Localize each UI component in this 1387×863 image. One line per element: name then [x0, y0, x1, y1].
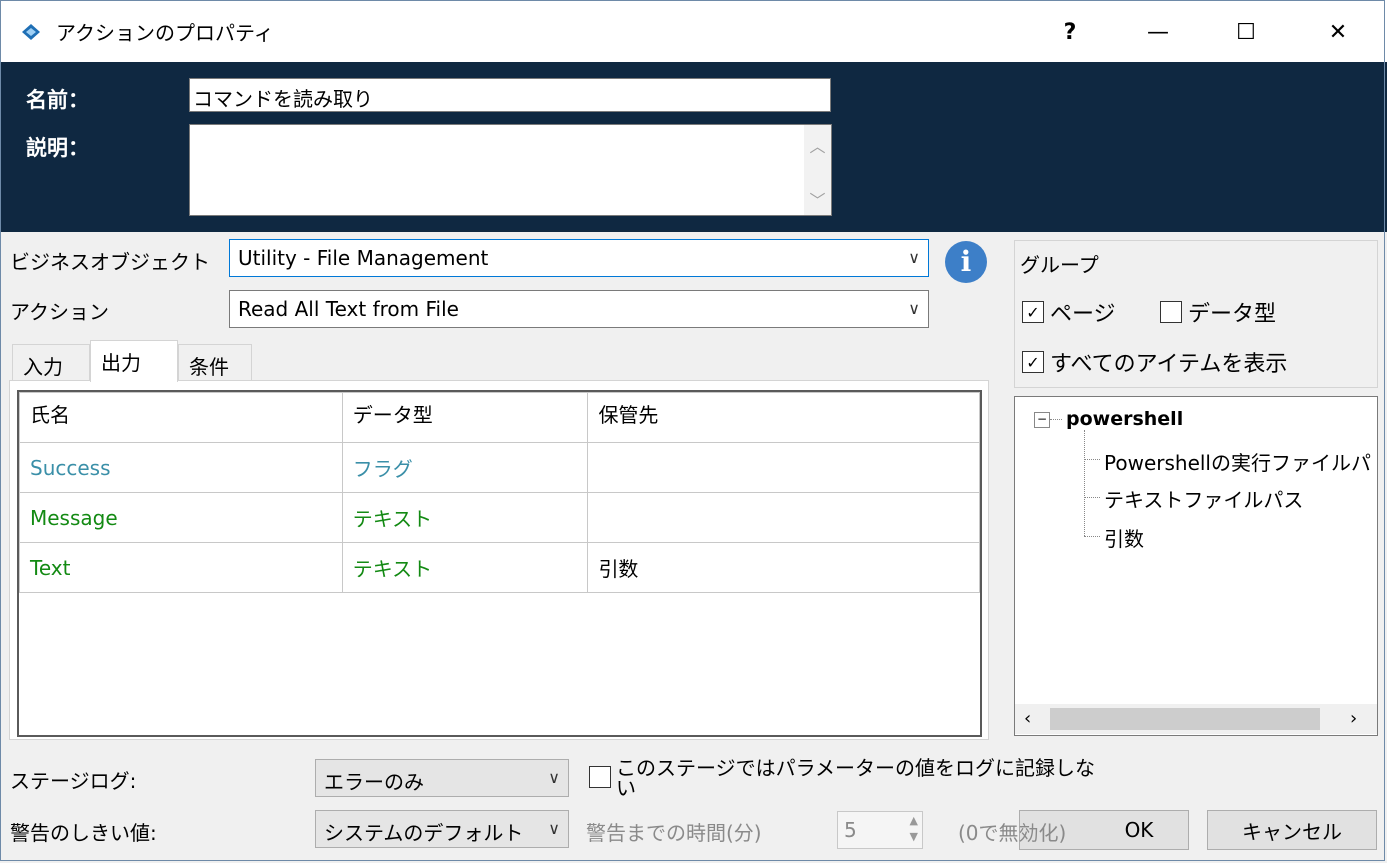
chevron-down-icon[interactable]: ∨: [908, 248, 920, 267]
cell-name[interactable]: Text: [19, 542, 343, 593]
cell-store[interactable]: [587, 442, 980, 493]
show-all-checkbox-row[interactable]: ✓ すべてのアイテムを表示: [1022, 346, 1287, 378]
stage-log-value: エラーのみ: [324, 770, 424, 794]
tab-output[interactable]: 出力: [90, 340, 178, 382]
datatype-checkbox-label[interactable]: データ型: [1188, 296, 1276, 328]
minimize-button[interactable]: —: [1128, 10, 1188, 54]
help-button[interactable]: ?: [1040, 10, 1100, 54]
scroll-up-icon[interactable]: ︿: [804, 133, 831, 157]
scrollbar-thumb[interactable]: [1050, 708, 1320, 730]
business-object-combo[interactable]: Utility - File Management ∨: [229, 239, 929, 277]
output-grid[interactable]: 氏名 データ型 保管先 Success フラグ Message テキスト Tex…: [17, 390, 982, 737]
scroll-left-icon[interactable]: ‹: [1024, 708, 1031, 729]
warning-time-spinner[interactable]: 5 ▲ ▼: [837, 811, 923, 849]
maximize-button[interactable]: ☐: [1216, 10, 1276, 54]
warning-time-value: 5: [844, 818, 857, 842]
group-title: グループ: [1020, 253, 1099, 277]
column-header-type[interactable]: データ型: [341, 392, 589, 443]
cell-store[interactable]: [587, 492, 980, 543]
tree-connector: [1084, 536, 1100, 537]
column-header-name[interactable]: 氏名: [19, 392, 343, 443]
window-title: アクションのプロパティ: [56, 21, 274, 45]
show-all-checkbox[interactable]: ✓: [1022, 351, 1044, 373]
description-input[interactable]: ︿ ﹀: [189, 124, 832, 216]
warning-threshold-value: システムのデフォルト: [324, 821, 524, 845]
description-scrollbar[interactable]: ︿ ﹀: [804, 125, 831, 215]
description-label: 説明：: [26, 136, 89, 160]
chevron-down-icon[interactable]: ∨: [908, 299, 920, 318]
tree-item[interactable]: テキストファイルパス: [1104, 484, 1303, 513]
cell-name[interactable]: Success: [19, 442, 343, 493]
cancel-button[interactable]: キャンセル: [1207, 810, 1377, 850]
page-checkbox-row[interactable]: ✓ ページ: [1022, 296, 1116, 328]
show-all-checkbox-label[interactable]: すべてのアイテムを表示: [1050, 346, 1287, 378]
collapse-icon[interactable]: −: [1034, 412, 1050, 428]
spin-up-icon[interactable]: ▲: [910, 814, 918, 827]
warning-threshold-dropdown[interactable]: システムのデフォルト ∨: [315, 810, 569, 848]
info-icon[interactable]: i: [945, 241, 987, 283]
tree-connector: [1084, 459, 1100, 460]
cell-store[interactable]: 引数: [587, 542, 980, 593]
tree-connector: [1050, 419, 1062, 420]
warning-time-label: 警告までの時間(分): [586, 821, 762, 845]
name-label: 名前：: [26, 88, 89, 112]
stage-log-dropdown[interactable]: エラーのみ ∨: [315, 759, 569, 797]
grid-header-row: 氏名 データ型 保管先: [19, 392, 980, 443]
cell-type[interactable]: テキスト: [341, 492, 589, 543]
no-log-label-line2: い: [616, 776, 636, 800]
app-icon: [20, 21, 42, 43]
tab-input[interactable]: 入力: [12, 344, 90, 380]
tree-item[interactable]: Powershellの実行ファイルパ: [1104, 447, 1374, 476]
page-checkbox[interactable]: ✓: [1022, 301, 1044, 323]
cell-type[interactable]: フラグ: [341, 442, 589, 493]
table-row[interactable]: Text テキスト 引数: [19, 542, 980, 593]
scroll-down-icon[interactable]: ﹀: [804, 187, 831, 211]
tab-condition[interactable]: 条件: [178, 344, 252, 380]
chevron-down-icon[interactable]: ∨: [548, 819, 560, 838]
cell-type[interactable]: テキスト: [341, 542, 589, 593]
name-input[interactable]: コマンドを読み取り: [189, 78, 831, 112]
datatype-checkbox[interactable]: [1160, 301, 1182, 323]
no-log-label-line1: このステージではパラメーターの値をログに記録しな: [616, 756, 1095, 780]
warning-threshold-label: 警告のしきい値:: [10, 821, 157, 845]
datatype-checkbox-row[interactable]: データ型: [1160, 296, 1276, 328]
tree-connector: [1084, 497, 1100, 498]
business-object-value: Utility - File Management: [238, 246, 489, 270]
action-combo[interactable]: Read All Text from File ∨: [229, 290, 929, 328]
ok-button-label: OK: [1124, 818, 1154, 842]
table-row[interactable]: Success フラグ: [19, 442, 980, 493]
action-label: アクション: [10, 300, 109, 324]
stage-log-label: ステージログ:: [10, 769, 137, 793]
chevron-down-icon[interactable]: ∨: [548, 768, 560, 787]
no-log-checkbox-label[interactable]: このステージではパラメーターの値をログに記録しな い: [616, 756, 1095, 800]
column-header-store[interactable]: 保管先: [587, 392, 980, 443]
action-value: Read All Text from File: [238, 297, 459, 321]
scroll-right-icon[interactable]: ›: [1350, 708, 1357, 729]
business-object-label: ビジネスオブジェクト: [10, 250, 210, 274]
tree-root-powershell[interactable]: powershell: [1066, 408, 1183, 430]
page-checkbox-label[interactable]: ページ: [1050, 296, 1116, 328]
cancel-button-label: キャンセル: [1242, 819, 1342, 844]
disable-hint: (0で無効化): [958, 821, 1067, 845]
close-button[interactable]: ✕: [1308, 10, 1368, 54]
tree-connector: [1084, 430, 1085, 536]
spin-down-icon[interactable]: ▼: [910, 830, 918, 843]
tree-item[interactable]: 引数: [1104, 523, 1144, 552]
cell-name[interactable]: Message: [19, 492, 343, 543]
table-row[interactable]: Message テキスト: [19, 492, 980, 543]
no-log-checkbox[interactable]: [589, 766, 611, 788]
